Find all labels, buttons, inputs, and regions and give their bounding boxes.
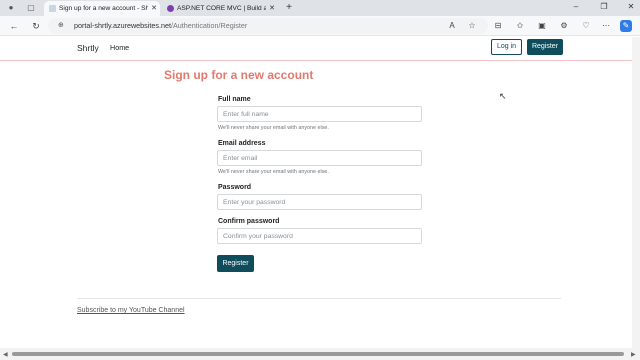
email-input[interactable] <box>217 150 422 166</box>
restore-icon[interactable]: ❐ <box>597 2 611 11</box>
tab-sign-up[interactable]: Sign up for a new account - Shrtly ✕ <box>44 1 160 16</box>
full-name-input[interactable] <box>217 106 422 122</box>
minimize-icon[interactable]: – <box>569 2 583 11</box>
confirm-password-input[interactable] <box>217 228 422 244</box>
url-path: /Authentication/Register <box>170 21 248 30</box>
footer-divider <box>77 298 561 299</box>
confirm-password-label: Confirm password <box>218 218 280 225</box>
horizontal-scrollbar[interactable]: ◀ ▶ <box>0 348 640 360</box>
youtube-subscribe-link[interactable]: Subscribe to my YouTube Channel <box>77 307 185 314</box>
address-bar-row: ← ↻ ⊕ portal-shrtly.azurewebsites.net/Au… <box>0 16 640 36</box>
full-name-label: Full name <box>218 96 251 103</box>
vertical-scrollbar[interactable] <box>632 37 640 348</box>
site-favicon-icon <box>167 5 174 12</box>
close-tab-icon[interactable]: ✕ <box>269 1 275 16</box>
back-icon[interactable]: ← <box>8 20 20 32</box>
page-favicon-icon <box>49 5 56 12</box>
close-tab-icon[interactable]: ✕ <box>151 1 157 16</box>
workspaces-icon[interactable]: ▢ <box>26 3 36 13</box>
tab-title: ASP.NET CORE MVC | Build a Com <box>177 5 266 12</box>
tab-aspnet[interactable]: ASP.NET CORE MVC | Build a Com ✕ <box>162 1 278 16</box>
more-menu-icon[interactable]: ⋯ <box>600 20 612 32</box>
page-title: Sign up for a new account <box>164 68 314 82</box>
register-submit-button[interactable]: Register <box>217 255 254 272</box>
mouse-cursor-icon: ↖ <box>499 91 507 101</box>
full-name-hint: We'll never share your email with anyone… <box>218 125 329 131</box>
tab-title: Sign up for a new account - Shrtly <box>59 5 148 12</box>
url-text: portal-shrtly.azurewebsites.net/Authenti… <box>74 18 247 34</box>
scrollbar-thumb[interactable] <box>12 352 624 356</box>
favorites-icon[interactable]: ✩ <box>514 20 526 32</box>
login-button[interactable]: Log in <box>491 39 522 55</box>
web-page: Shrtly Home Log in Register Sign up for … <box>0 37 632 348</box>
url-host: portal-shrtly.azurewebsites.net <box>74 21 171 30</box>
read-aloud-icon[interactable]: A <box>446 20 458 32</box>
password-input[interactable] <box>217 194 422 210</box>
favorite-star-icon[interactable]: ☆ <box>466 20 478 32</box>
brand-logo[interactable]: Shrtly <box>77 43 99 53</box>
reload-icon[interactable]: ↻ <box>30 20 42 32</box>
window-close-icon[interactable]: ✕ <box>624 2 638 11</box>
browser-essentials-icon[interactable]: ♡ <box>580 20 592 32</box>
tab-strip: ● ▢ Sign up for a new account - Shrtly ✕… <box>0 0 640 16</box>
profile-icon[interactable]: ● <box>6 3 16 13</box>
collections-icon[interactable]: ▣ <box>536 20 548 32</box>
lock-icon: ⊕ <box>58 22 64 29</box>
new-tab-icon[interactable]: + <box>284 3 294 13</box>
email-label: Email address <box>218 140 266 147</box>
password-label: Password <box>218 184 252 191</box>
address-field[interactable]: ⊕ portal-shrtly.azurewebsites.net/Authen… <box>48 18 488 34</box>
split-screen-icon[interactable]: ⊟ <box>492 20 504 32</box>
home-link[interactable]: Home <box>110 43 129 52</box>
site-header: Shrtly Home Log in Register <box>0 37 632 61</box>
email-hint: We'll never share your email with anyone… <box>218 169 329 175</box>
scroll-left-icon[interactable]: ◀ <box>3 351 8 358</box>
extensions-icon[interactable]: ⚙ <box>558 20 570 32</box>
register-nav-button[interactable]: Register <box>527 39 563 55</box>
scroll-right-icon[interactable]: ▶ <box>631 351 636 358</box>
copilot-icon[interactable]: ✎ <box>620 20 632 32</box>
